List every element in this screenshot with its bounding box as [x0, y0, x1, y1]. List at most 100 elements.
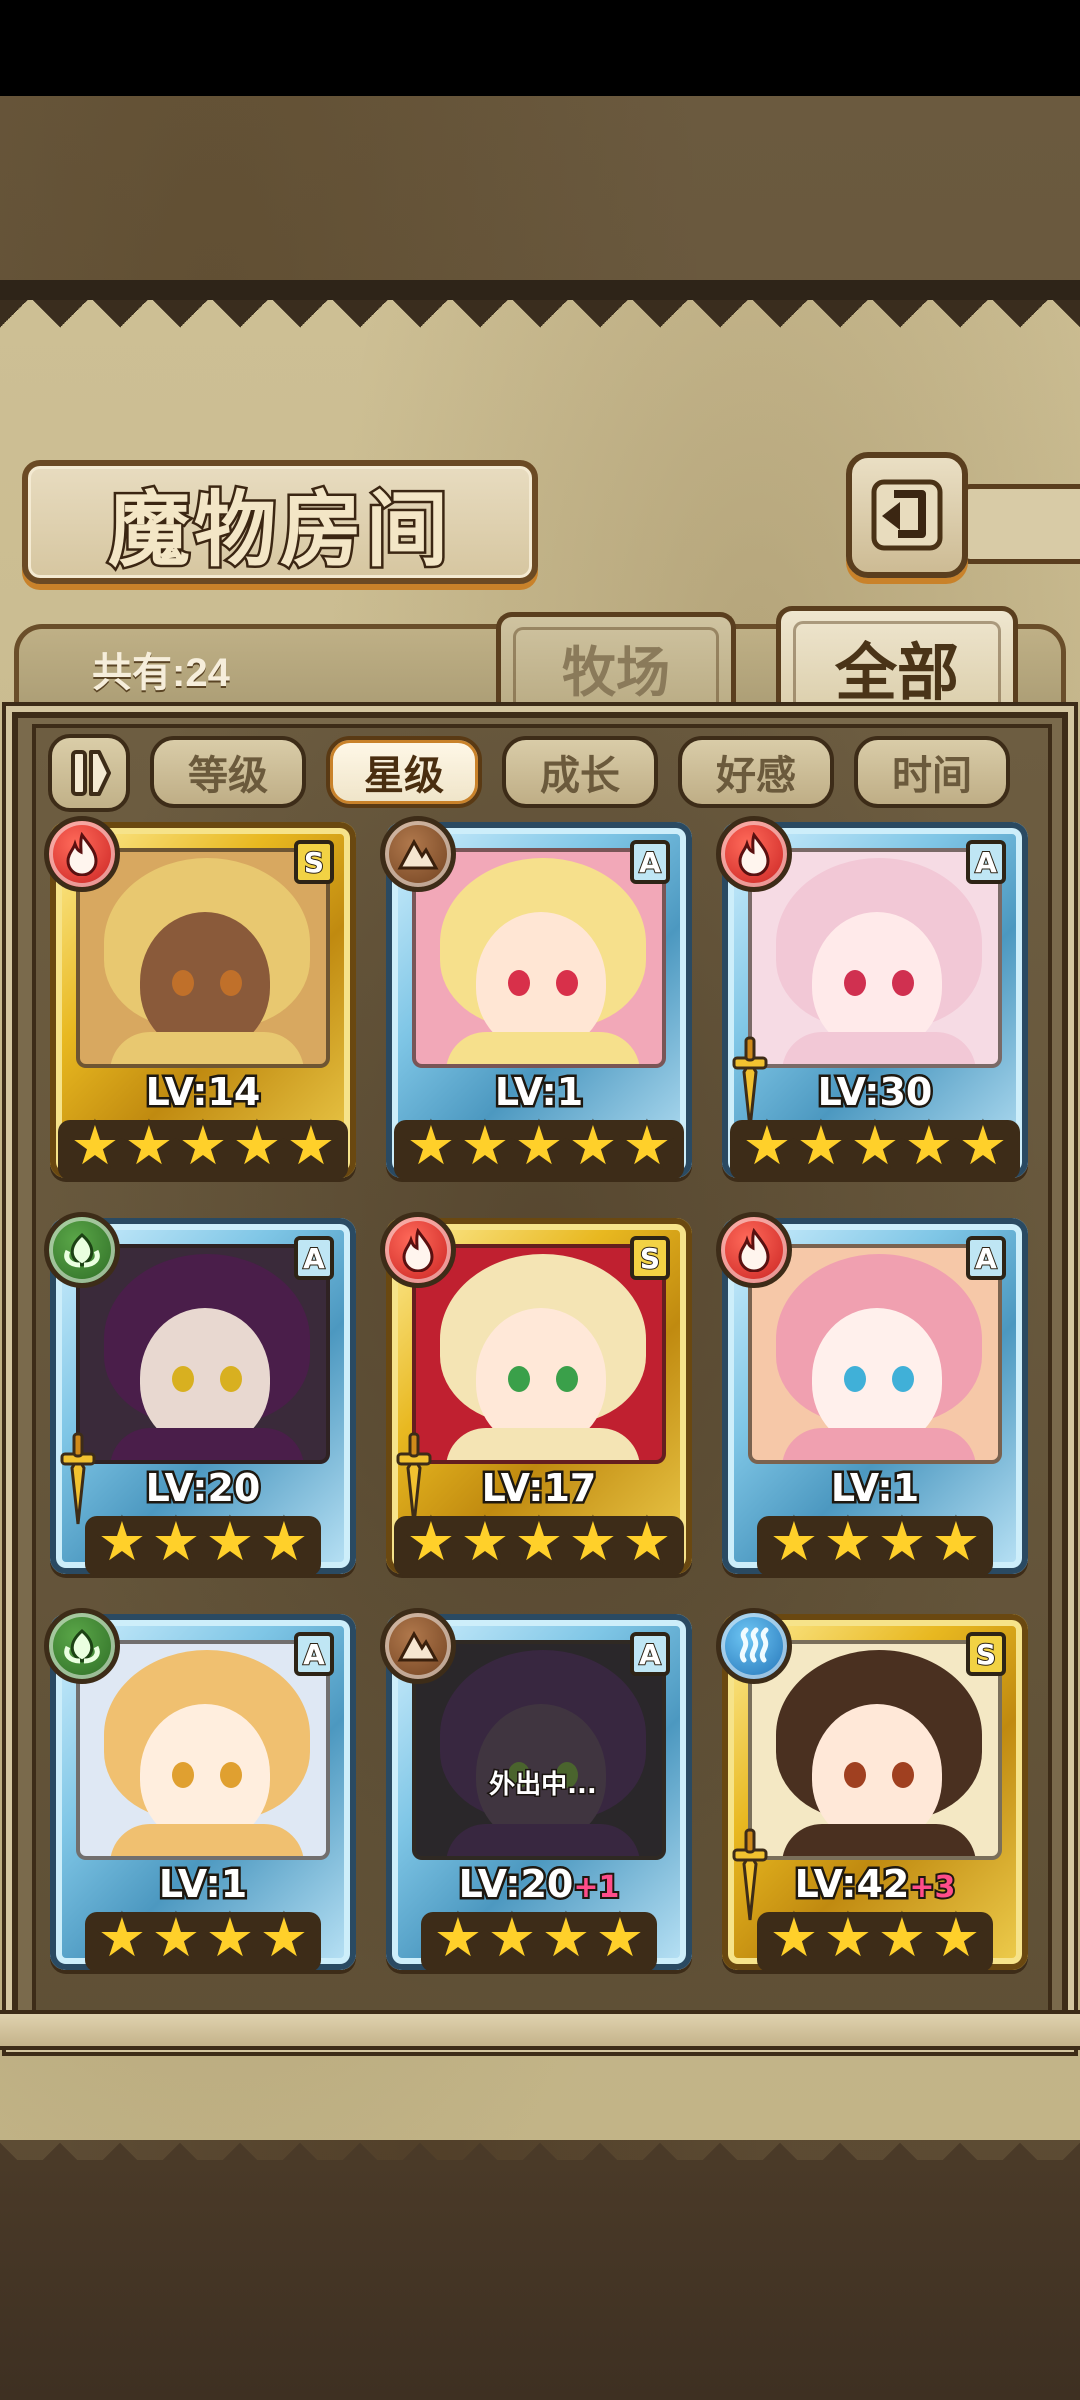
level-label: LV:1: [722, 1464, 1028, 1513]
star-icon: ★: [957, 1114, 1009, 1177]
level-value: LV:1: [492, 1068, 585, 1117]
sort-time-label: 时间: [892, 752, 972, 799]
torn-edge-top: [0, 300, 1080, 350]
level-label: LV:14: [50, 1068, 356, 1117]
star-rating: ★ ★ ★ ★ ★: [386, 1510, 692, 1573]
rank-badge: A: [294, 1236, 334, 1280]
rank-badge: S: [294, 840, 334, 884]
sort-level-label: 等级: [188, 752, 268, 799]
sort-order-toggle[interactable]: [48, 734, 130, 812]
level-value: LV:42: [792, 1860, 912, 1909]
rank-badge: A: [294, 1632, 334, 1676]
tab-farm[interactable]: 牧场: [496, 612, 736, 718]
star-icon: ★: [69, 1114, 121, 1177]
sort-button-growth[interactable]: 成长: [502, 736, 658, 808]
sort-stars-label: 星级: [364, 752, 444, 799]
monster-portrait: [412, 848, 666, 1068]
level-label: LV:20+1: [386, 1860, 692, 1909]
sort-button-affection[interactable]: 好感: [678, 736, 834, 808]
monster-portrait: [412, 1244, 666, 1464]
level-bonus: +1: [571, 1868, 621, 1907]
star-rating: ★ ★ ★ ★: [50, 1510, 356, 1573]
level-value: LV:20: [143, 1464, 263, 1513]
monster-portrait: [76, 1640, 330, 1860]
sort-button-stars[interactable]: 星级: [326, 736, 482, 808]
star-rating: ★ ★ ★ ★: [50, 1906, 356, 1969]
star-icon: ★: [123, 1114, 175, 1177]
star-rating: ★ ★ ★ ★: [722, 1510, 1028, 1573]
rank-badge: S: [966, 1632, 1006, 1676]
star-rating: ★ ★ ★ ★ ★: [722, 1114, 1028, 1177]
level-value: LV:1: [828, 1464, 921, 1513]
return-arrow-icon: [871, 479, 943, 551]
fire-element-icon: [716, 1212, 792, 1288]
level-bonus: +3: [907, 1868, 957, 1907]
page-title: 魔物房间: [105, 479, 452, 580]
level-label: LV:17: [386, 1464, 692, 1513]
wood-element-icon: [44, 1212, 120, 1288]
rank-badge: A: [630, 840, 670, 884]
monster-portrait: [748, 848, 1002, 1068]
star-icon: ★: [930, 1510, 982, 1573]
monster-card[interactable]: A LV:1 ★ ★ ★ ★: [716, 1212, 1028, 1576]
level-label: LV:30: [722, 1068, 1028, 1117]
star-icon: ★: [405, 1114, 457, 1177]
level-label: LV:1: [50, 1860, 356, 1909]
sort-button-time[interactable]: 时间: [854, 736, 1010, 808]
star-icon: ★: [459, 1510, 511, 1573]
star-rating: ★ ★ ★ ★ ★: [386, 1114, 692, 1177]
monster-portrait: [748, 1640, 1002, 1860]
star-icon: ★: [459, 1114, 511, 1177]
wood-element-icon: [44, 1608, 120, 1684]
monster-card[interactable]: A LV:30 ★ ★ ★ ★ ★: [716, 816, 1028, 1180]
level-value: LV:30: [815, 1068, 935, 1117]
star-icon: ★: [432, 1906, 484, 1969]
rank-badge: A: [966, 1236, 1006, 1280]
away-status: 外出中...: [488, 1769, 599, 1802]
pause-sort-toggle-icon: [71, 750, 111, 796]
torn-edge-bottom: [0, 2120, 1080, 2170]
star-icon: ★: [540, 1906, 592, 1969]
star-icon: ★: [513, 1510, 565, 1573]
sort-button-level[interactable]: 等级: [150, 736, 306, 808]
monster-card[interactable]: A LV:20 ★ ★ ★ ★: [44, 1212, 356, 1576]
star-icon: ★: [513, 1114, 565, 1177]
monster-card[interactable]: S LV:14 ★ ★ ★ ★ ★: [44, 816, 356, 1180]
star-icon: ★: [876, 1510, 928, 1573]
star-icon: ★: [849, 1114, 901, 1177]
star-rating: ★ ★ ★ ★: [722, 1906, 1028, 1969]
star-icon: ★: [795, 1114, 847, 1177]
star-icon: ★: [567, 1510, 619, 1573]
rank-badge: A: [966, 840, 1006, 884]
level-value: LV:1: [156, 1860, 249, 1909]
water-element-icon: [716, 1608, 792, 1684]
star-rating: ★ ★ ★ ★ ★: [50, 1114, 356, 1177]
back-button[interactable]: [846, 452, 968, 578]
level-value: LV:20: [456, 1860, 576, 1909]
monster-portrait: [748, 1244, 1002, 1464]
star-icon: ★: [903, 1114, 955, 1177]
monster-portrait: [76, 1244, 330, 1464]
star-rating: ★ ★ ★ ★: [386, 1906, 692, 1969]
fire-element-icon: [380, 1212, 456, 1288]
monster-card[interactable]: A LV:1 ★ ★ ★ ★: [44, 1608, 356, 1972]
star-icon: ★: [96, 1906, 148, 1969]
star-icon: ★: [177, 1114, 229, 1177]
rank-badge: A: [630, 1632, 670, 1676]
level-label: LV:20: [50, 1464, 356, 1513]
monster-card[interactable]: A LV:1 ★ ★ ★ ★ ★: [380, 816, 692, 1180]
star-icon: ★: [876, 1906, 928, 1969]
fire-element-icon: [44, 816, 120, 892]
back-tab-extension: [960, 484, 1080, 564]
monster-portrait: 外出中...: [412, 1640, 666, 1860]
sort-affection-label: 好感: [716, 752, 796, 799]
monster-card[interactable]: 外出中... A LV:20+1 ★ ★ ★ ★: [380, 1608, 692, 1972]
monster-card[interactable]: S LV:17 ★ ★ ★ ★ ★: [380, 1212, 692, 1576]
star-icon: ★: [96, 1510, 148, 1573]
earth-element-icon: [380, 816, 456, 892]
tab-all[interactable]: 全部: [776, 606, 1018, 722]
star-icon: ★: [150, 1510, 202, 1573]
star-icon: ★: [930, 1906, 982, 1969]
monster-card[interactable]: S LV:42+3 ★ ★ ★ ★: [716, 1608, 1028, 1972]
star-icon: ★: [258, 1906, 310, 1969]
